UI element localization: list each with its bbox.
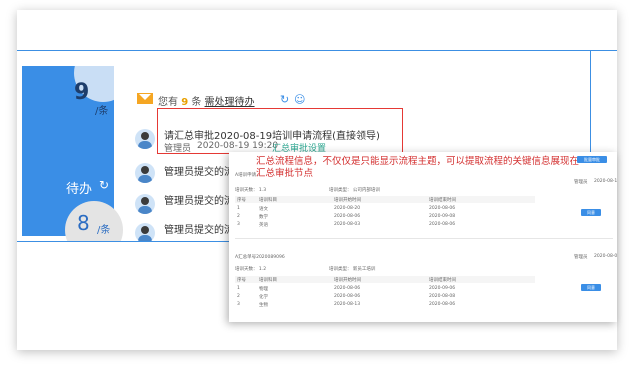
table-cell: 2 bbox=[237, 294, 240, 299]
col-header: 培训科目 bbox=[259, 278, 277, 283]
table-cell: 生物 bbox=[259, 303, 268, 308]
section-meta: 培训天数： 1.2 bbox=[235, 267, 267, 272]
callout-text: 汇总流程信息，不仅仅是只能显示流程主题，可以提取流程的关键信息展现在汇总审批节点 bbox=[256, 156, 580, 179]
section-meta2: 培训类型： 公司内部培训 bbox=[329, 188, 380, 193]
message-suffix: 条 bbox=[191, 97, 202, 108]
table-cell: 2020-08-20 bbox=[334, 206, 361, 211]
section-user: 管理员 bbox=[574, 180, 588, 185]
col-header: 培训科目 bbox=[259, 198, 277, 203]
pending-count: 9 bbox=[74, 80, 90, 105]
avatar bbox=[135, 194, 155, 214]
avatar bbox=[135, 129, 155, 149]
table-cell: 2020-09-06 bbox=[429, 286, 456, 291]
table-cell: 英语 bbox=[259, 223, 268, 228]
table-cell: 1 bbox=[237, 206, 240, 211]
col-header: 培训结束时间 bbox=[429, 278, 456, 283]
table-cell: 2020-08-06 bbox=[334, 294, 361, 299]
table-cell: 语文 bbox=[259, 207, 268, 212]
mail-icon bbox=[137, 93, 153, 104]
table-cell: 1 bbox=[237, 286, 240, 291]
message-count: 9 bbox=[181, 97, 189, 108]
col-header: 培训结束时间 bbox=[429, 198, 456, 203]
table-cell: 3 bbox=[237, 222, 240, 227]
highlight-box bbox=[157, 108, 403, 154]
section-meta: 培训天数： 1.3 bbox=[235, 188, 267, 193]
pending-unit: /条 bbox=[95, 106, 109, 117]
col-header: 培训开始时间 bbox=[334, 278, 361, 283]
pending-link[interactable]: 需处理待办 bbox=[205, 97, 255, 108]
table-cell: 2 bbox=[237, 214, 240, 219]
avatar bbox=[135, 223, 155, 241]
section-header: A培训申请... bbox=[235, 173, 261, 178]
approve-button[interactable]: 同意 bbox=[581, 284, 601, 291]
table-header bbox=[235, 196, 535, 203]
table-cell: 2020-08-03 bbox=[334, 222, 361, 227]
col-header: 序号 bbox=[237, 198, 246, 203]
row-title[interactable]: 管理员提交的流 bbox=[164, 192, 234, 207]
table-cell: 2020-08-06 bbox=[334, 286, 361, 291]
message-prefix: 您有 bbox=[158, 97, 178, 108]
table-header bbox=[235, 276, 535, 283]
table-cell: 2020-08-13 bbox=[334, 302, 361, 307]
done-unit: /条 bbox=[97, 225, 111, 236]
table-cell: 2020-08-06 bbox=[429, 206, 456, 211]
table-cell: 2020-08-06 bbox=[334, 214, 361, 219]
message-bar: 您有 9 条 需处理待办 bbox=[158, 93, 255, 108]
todo-label: 待办 bbox=[66, 182, 93, 197]
batch-approve-button[interactable]: 批量审批 bbox=[577, 156, 607, 163]
table-cell: 化学 bbox=[259, 295, 268, 300]
approve-button[interactable]: 同意 bbox=[581, 209, 601, 216]
table-cell: 3 bbox=[237, 302, 240, 307]
section-date: 2020-08-19 bbox=[594, 179, 617, 184]
section-date: 2020-08-0 bbox=[594, 254, 617, 259]
table-cell: 2020-09-08 bbox=[429, 214, 456, 219]
table-cell: 2020-08-06 bbox=[429, 302, 456, 307]
user-icon[interactable]: ☺ bbox=[294, 93, 305, 106]
section-user: 管理员 bbox=[574, 255, 588, 260]
section-meta2: 培训类型： 新员工培训 bbox=[329, 267, 376, 272]
col-header: 序号 bbox=[237, 278, 246, 283]
table-cell: 2020-08-06 bbox=[429, 222, 456, 227]
section-divider bbox=[235, 238, 613, 239]
table-cell: 数学 bbox=[259, 215, 268, 220]
table-cell: 2020-08-08 bbox=[429, 294, 456, 299]
row-title[interactable]: 管理员提交的流 bbox=[164, 221, 234, 236]
summary-approval-popup: 汇总流程信息，不仅仅是只能显示流程主题，可以提取流程的关键信息展现在汇总审批节点… bbox=[229, 152, 617, 322]
table-cell: 物理 bbox=[259, 287, 268, 292]
refresh-icon[interactable]: ↻ bbox=[280, 93, 289, 106]
avatar bbox=[135, 163, 155, 183]
done-count: 8 bbox=[77, 211, 90, 235]
section-header: A汇总单号2020089096 bbox=[235, 255, 285, 260]
col-header: 培训开始时间 bbox=[334, 198, 361, 203]
row-title[interactable]: 管理员提交的流 bbox=[164, 163, 234, 178]
refresh-icon[interactable]: ↻ bbox=[99, 178, 109, 192]
